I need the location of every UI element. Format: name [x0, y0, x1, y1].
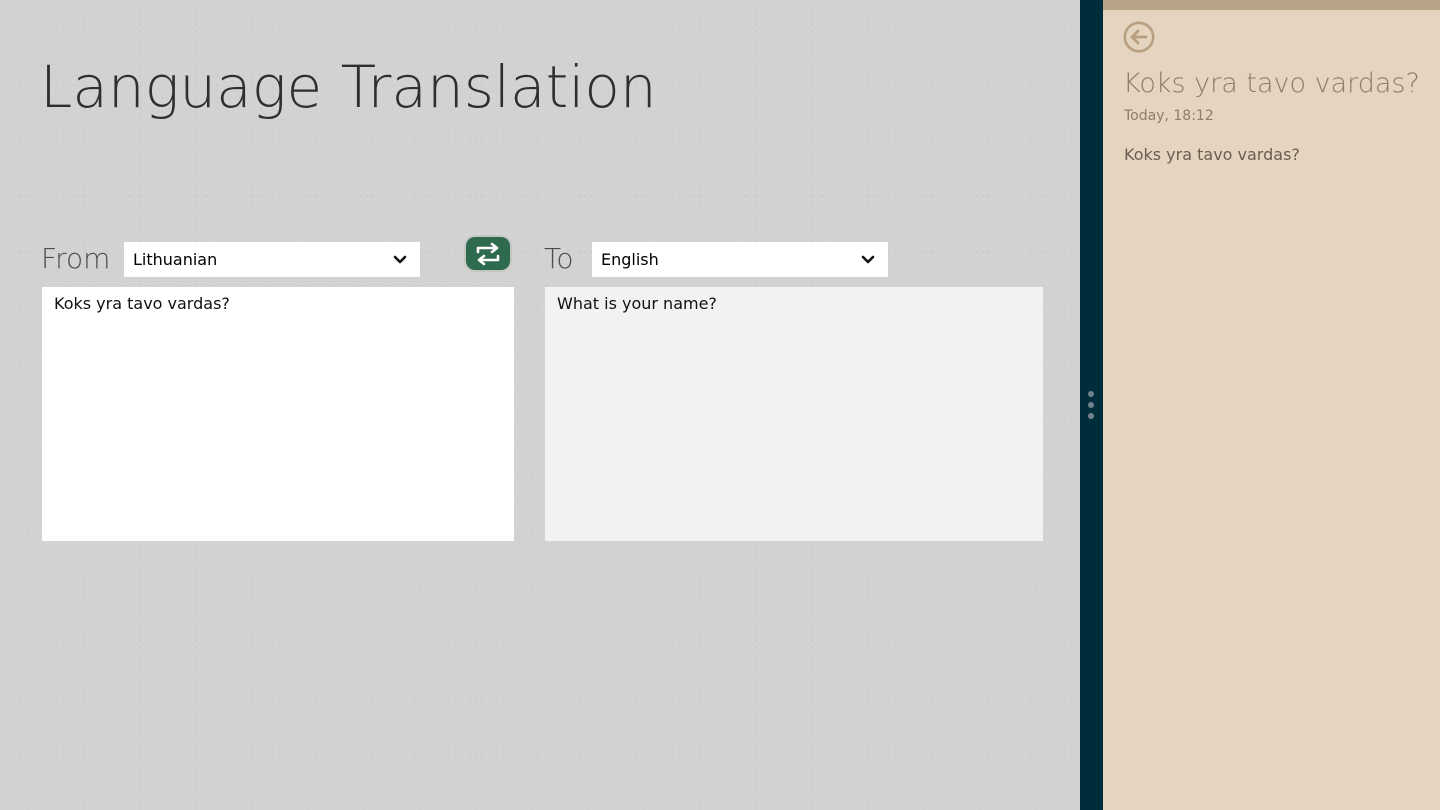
swap-languages-button[interactable] — [466, 237, 510, 270]
side-panel-top-strip — [1103, 0, 1440, 10]
translation-app-window: Language Translation From Lithuanian To … — [0, 0, 1440, 810]
swap-languages-icon — [476, 242, 500, 265]
chevron-down-icon — [393, 255, 407, 264]
to-language-select[interactable]: English — [592, 242, 888, 277]
back-button[interactable] — [1123, 21, 1155, 53]
grip-dot — [1088, 391, 1094, 397]
grip-dot — [1088, 402, 1094, 408]
back-arrow-icon — [1123, 21, 1155, 53]
chevron-down-icon — [861, 255, 875, 264]
from-language-select[interactable]: Lithuanian — [124, 242, 420, 277]
page-title: Language Translation — [40, 53, 657, 121]
from-language-value: Lithuanian — [133, 250, 218, 269]
from-language-label: From — [41, 242, 111, 275]
to-language-label: To — [544, 242, 574, 275]
to-language-value: English — [601, 250, 659, 269]
history-item-title: Koks yra tavo vardas? — [1123, 68, 1420, 99]
translator-main-pane: Language Translation From Lithuanian To … — [0, 0, 1080, 810]
grip-dot — [1088, 413, 1094, 419]
history-item-body: Koks yra tavo vardas? — [1124, 145, 1300, 164]
resize-grip-icon[interactable] — [1088, 391, 1094, 421]
source-text-input[interactable]: Koks yra tavo vardas? — [42, 287, 514, 541]
history-item-timestamp: Today, 18:12 — [1124, 108, 1214, 124]
translated-text-output: What is your name? — [545, 287, 1043, 541]
history-side-panel: Koks yra tavo vardas? Today, 18:12 Koks … — [1103, 0, 1440, 810]
